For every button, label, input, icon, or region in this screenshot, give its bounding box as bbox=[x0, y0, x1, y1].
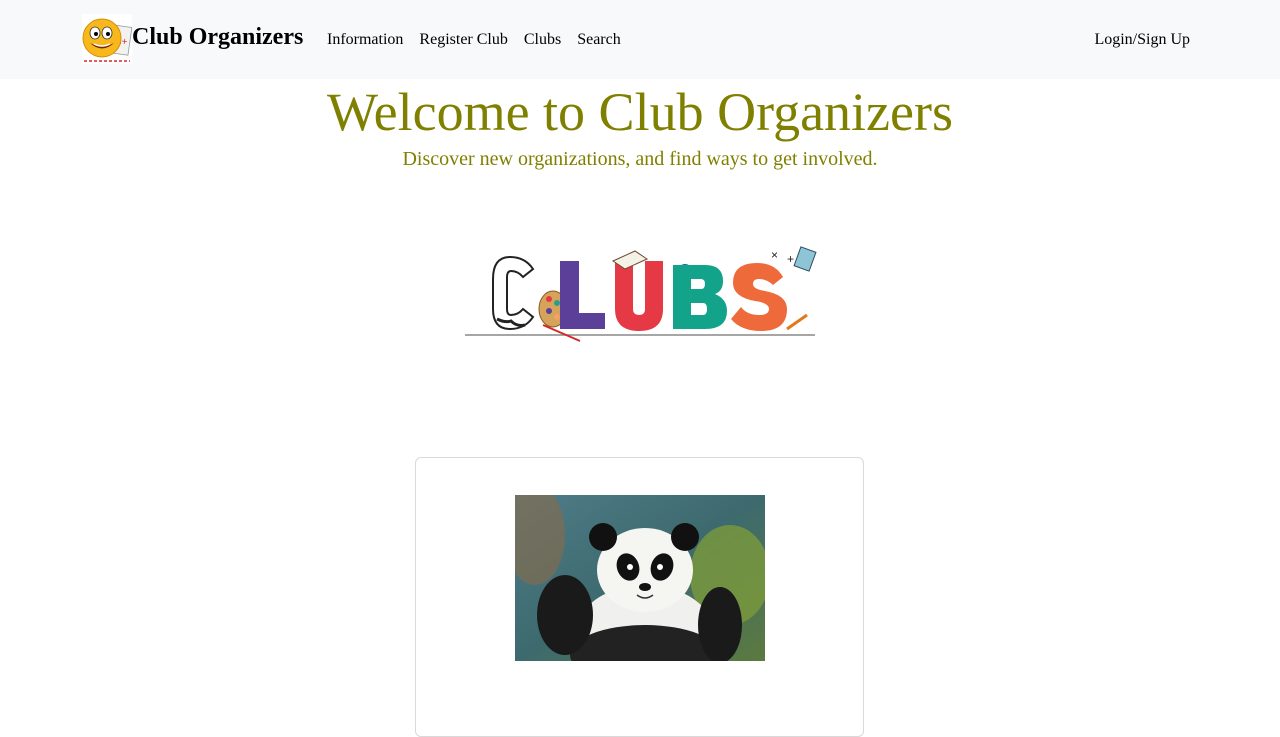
nav-link-search[interactable]: Search bbox=[577, 30, 621, 50]
nav-link-register-club[interactable]: Register Club bbox=[419, 30, 507, 50]
svg-text:×: × bbox=[771, 248, 778, 262]
brand-name: Club Organizers bbox=[132, 24, 304, 50]
featured-club-card[interactable] bbox=[415, 457, 864, 737]
nav-link-information[interactable]: Information bbox=[327, 30, 403, 50]
nav-links: Information Register Club Clubs Search bbox=[327, 30, 637, 50]
panda-photo bbox=[515, 495, 765, 661]
clubs-banner-image: × + bbox=[465, 246, 817, 342]
svg-text:+: + bbox=[787, 252, 794, 266]
smiley-grade-report-icon: A+ bbox=[82, 14, 132, 64]
login-signup-link[interactable]: Login/Sign Up bbox=[1094, 30, 1190, 50]
hero-title: Welcome to Club Organizers bbox=[327, 82, 953, 142]
top-navbar: A+ Club Organizers Information Register … bbox=[0, 0, 1280, 79]
hero-subtitle: Discover new organizations, and find way… bbox=[402, 148, 878, 170]
nav-link-clubs[interactable]: Clubs bbox=[524, 30, 561, 50]
brand-link[interactable]: A+ Club Organizers bbox=[82, 14, 303, 64]
